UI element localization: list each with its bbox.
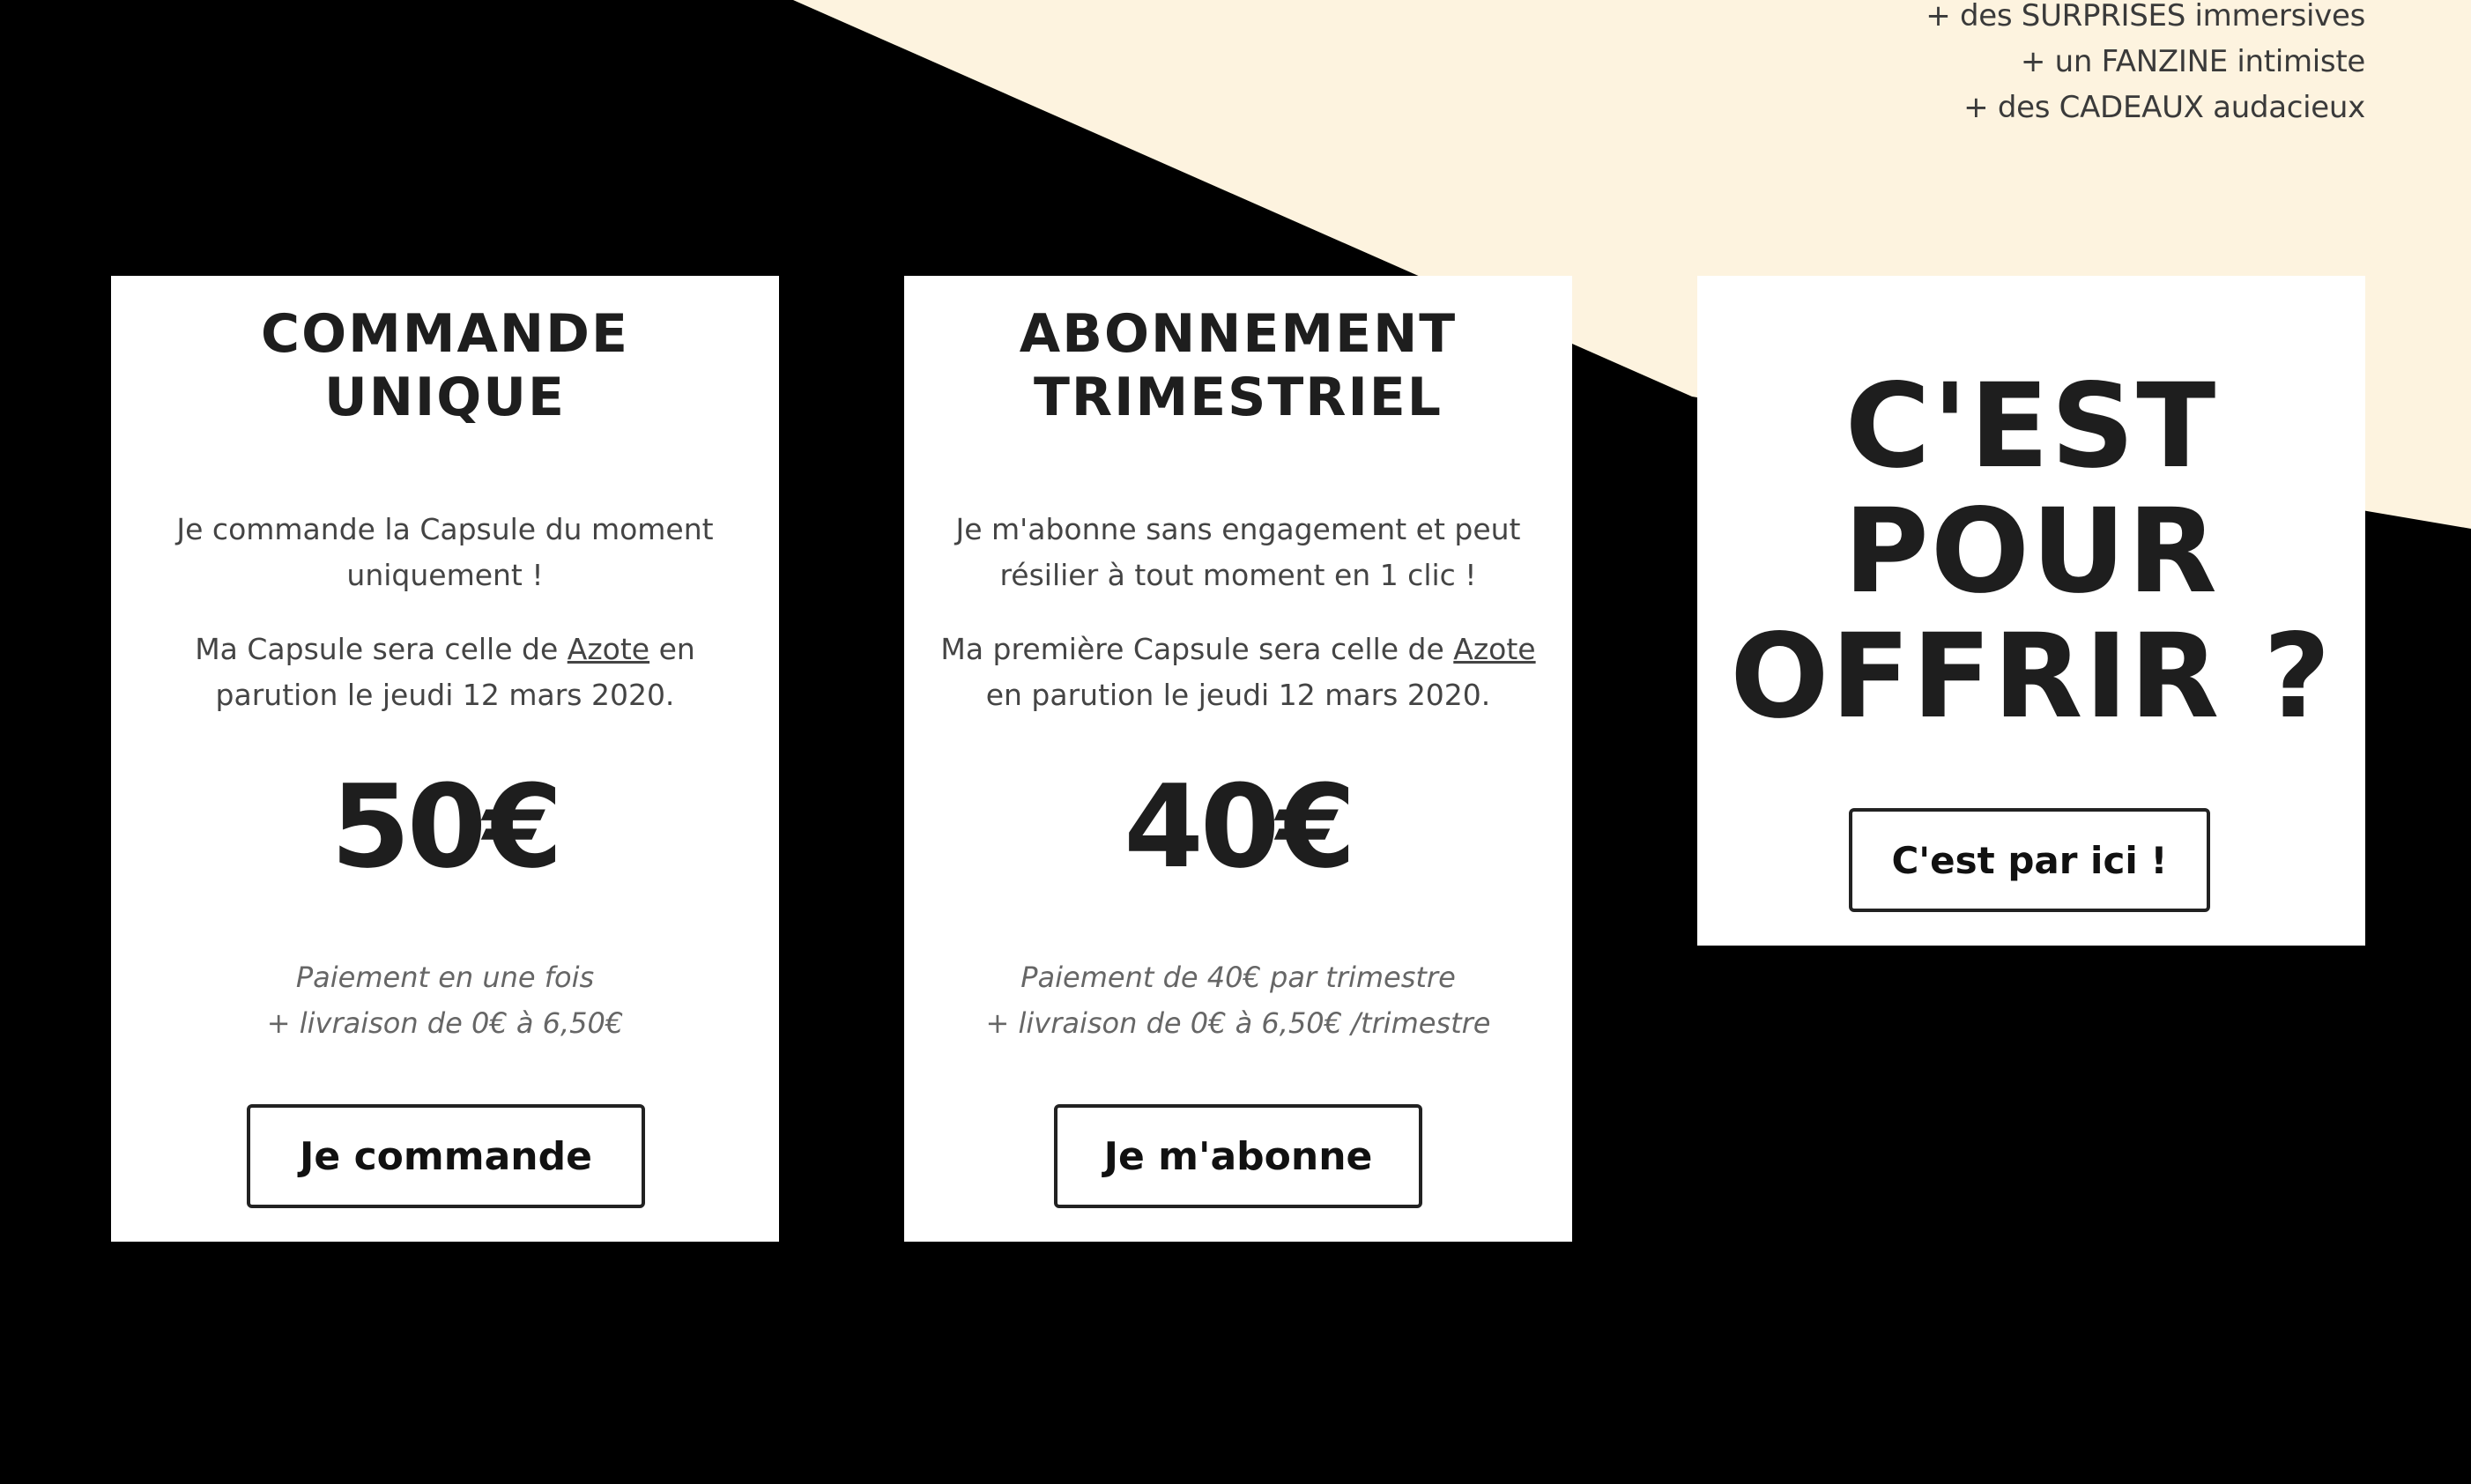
order-button[interactable]: Je commande [247,1104,645,1208]
release-text: Ma Capsule sera celle de [195,632,568,666]
gift-title-line: OFFRIR ? [1730,609,2333,745]
card-title-line: COMMANDE [261,303,629,365]
card-release-info: Ma première Capsule sera celle de Azote … [939,627,1537,718]
card-single-order: COMMANDE UNIQUE Je commande la Capsule d… [111,276,779,1242]
card-title-line: UNIQUE [324,367,566,428]
release-text: Ma première Capsule sera celle de [940,632,1454,666]
payment-note-line: Paiement de 40€ par trimestre [1020,961,1456,994]
price: 40€ [1124,760,1355,894]
shipping-note-line: + livraison de 0€ à 6,50€ [266,1006,624,1040]
release-text: en parution le jeudi 12 mars 2020. [985,678,1491,712]
gift-title: C'EST POUR OFFRIR ? [1697,364,2365,739]
perks-list: + des SURPRISES immersives + un FANZINE … [1572,0,2365,130]
gift-title-line: POUR [1844,484,2219,620]
card-title: ABONNEMENT TRIMESTRIEL [904,302,1572,429]
price: 50€ [330,760,562,894]
capsule-link[interactable]: Azote [568,632,649,666]
payment-note: Paiement de 40€ par trimestre + livraiso… [922,954,1555,1046]
card-release-info: Ma Capsule sera celle de Azote en paruti… [146,627,744,718]
perk-item: + des SURPRISES immersives [1926,0,2365,33]
card-title-line: TRIMESTRIEL [1033,367,1443,428]
perk-item: + des CADEAUX audacieux [1963,90,2365,125]
payment-note: Paiement en une fois + livraison de 0€ à… [129,954,761,1046]
card-title-line: ABONNEMENT [1019,303,1458,365]
perk-item: + un FANZINE intimiste [2020,44,2365,79]
card-title: COMMANDE UNIQUE [111,302,779,429]
card-description: Je commande la Capsule du moment uniquem… [176,512,714,592]
subscribe-button[interactable]: Je m'abonne [1054,1104,1422,1208]
capsule-link[interactable]: Azote [1453,632,1535,666]
gift-title-line: C'EST [1844,359,2218,494]
gift-button[interactable]: C'est par ici ! [1849,808,2210,912]
payment-note-line: Paiement en une fois [295,961,595,994]
card-gift: C'EST POUR OFFRIR ? C'est par ici ! [1697,276,2365,946]
card-description: Je m'abonne sans engagement et peut rési… [955,512,1521,592]
card-quarterly-subscription: ABONNEMENT TRIMESTRIEL Je m'abonne sans … [904,276,1572,1242]
shipping-note-line: + livraison de 0€ à 6,50€ /trimestre [985,1006,1491,1040]
